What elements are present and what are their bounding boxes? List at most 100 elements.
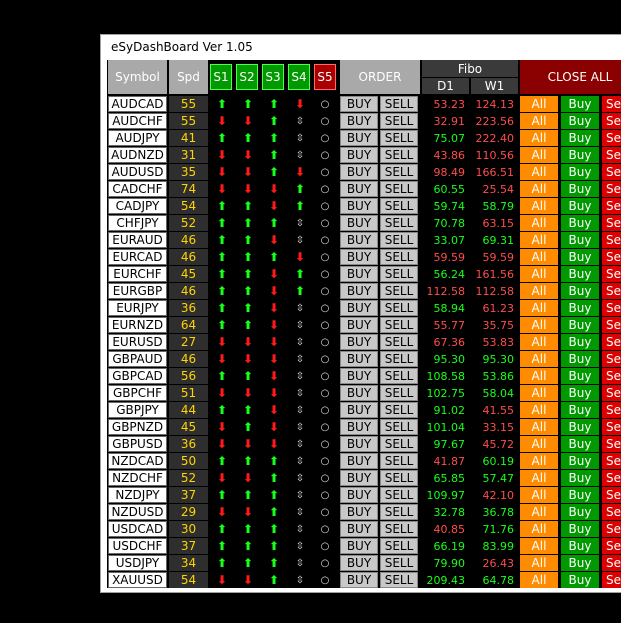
sell-button[interactable]: SELL bbox=[380, 436, 418, 452]
buy-button[interactable]: BUY bbox=[340, 487, 378, 503]
buy-button[interactable]: BUY bbox=[340, 385, 378, 401]
close-buy-button[interactable]: Buy bbox=[561, 470, 599, 486]
buy-button[interactable]: BUY bbox=[340, 368, 378, 384]
close-buy-button[interactable]: Buy bbox=[561, 351, 599, 367]
close-sell-button[interactable]: Se bbox=[602, 419, 621, 435]
sell-button[interactable]: SELL bbox=[380, 164, 418, 180]
close-all-symbol-button[interactable]: All bbox=[520, 249, 558, 265]
s5-header[interactable]: S5 bbox=[314, 64, 336, 90]
close-buy-button[interactable]: Buy bbox=[561, 232, 599, 248]
close-all-symbol-button[interactable]: All bbox=[520, 351, 558, 367]
symbol-cell[interactable]: EURCHF bbox=[108, 266, 167, 282]
symbol-cell[interactable]: GBPNZD bbox=[108, 419, 167, 435]
sell-button[interactable]: SELL bbox=[380, 419, 418, 435]
buy-button[interactable]: BUY bbox=[340, 572, 378, 588]
close-all-symbol-button[interactable]: All bbox=[520, 555, 558, 571]
close-sell-button[interactable]: Se bbox=[602, 266, 621, 282]
close-all-symbol-button[interactable]: All bbox=[520, 181, 558, 197]
close-all-symbol-button[interactable]: All bbox=[520, 572, 558, 588]
sell-button[interactable]: SELL bbox=[380, 249, 418, 265]
buy-button[interactable]: BUY bbox=[340, 164, 378, 180]
close-all-symbol-button[interactable]: All bbox=[520, 198, 558, 214]
close-all-symbol-button[interactable]: All bbox=[520, 538, 558, 554]
buy-button[interactable]: BUY bbox=[340, 419, 378, 435]
s2-header[interactable]: S2 bbox=[236, 64, 258, 90]
close-sell-button[interactable]: Se bbox=[602, 300, 621, 316]
close-all-symbol-button[interactable]: All bbox=[520, 402, 558, 418]
close-buy-button[interactable]: Buy bbox=[561, 164, 599, 180]
s1-header[interactable]: S1 bbox=[210, 64, 232, 90]
buy-button[interactable]: BUY bbox=[340, 317, 378, 333]
close-buy-button[interactable]: Buy bbox=[561, 130, 599, 146]
sell-button[interactable]: SELL bbox=[380, 385, 418, 401]
close-all-symbol-button[interactable]: All bbox=[520, 334, 558, 350]
close-all-symbol-button[interactable]: All bbox=[520, 96, 558, 112]
sell-button[interactable]: SELL bbox=[380, 113, 418, 129]
buy-button[interactable]: BUY bbox=[340, 147, 378, 163]
close-all-symbol-button[interactable]: All bbox=[520, 453, 558, 469]
close-buy-button[interactable]: Buy bbox=[561, 266, 599, 282]
close-sell-button[interactable]: Se bbox=[602, 555, 621, 571]
close-all-symbol-button[interactable]: All bbox=[520, 436, 558, 452]
buy-button[interactable]: BUY bbox=[340, 334, 378, 350]
sell-button[interactable]: SELL bbox=[380, 283, 418, 299]
symbol-cell[interactable]: EURNZD bbox=[108, 317, 167, 333]
buy-button[interactable]: BUY bbox=[340, 300, 378, 316]
close-all-symbol-button[interactable]: All bbox=[520, 232, 558, 248]
close-all-button[interactable]: CLOSE ALL bbox=[520, 60, 621, 94]
close-all-symbol-button[interactable]: All bbox=[520, 147, 558, 163]
close-sell-button[interactable]: Se bbox=[602, 283, 621, 299]
close-buy-button[interactable]: Buy bbox=[561, 334, 599, 350]
s4-header[interactable]: S4 bbox=[288, 64, 310, 90]
close-sell-button[interactable]: Se bbox=[602, 232, 621, 248]
close-all-symbol-button[interactable]: All bbox=[520, 470, 558, 486]
close-buy-button[interactable]: Buy bbox=[561, 402, 599, 418]
close-sell-button[interactable]: Se bbox=[602, 538, 621, 554]
close-all-symbol-button[interactable]: All bbox=[520, 266, 558, 282]
symbol-cell[interactable]: EURCAD bbox=[108, 249, 167, 265]
buy-button[interactable]: BUY bbox=[340, 130, 378, 146]
sell-button[interactable]: SELL bbox=[380, 453, 418, 469]
sell-button[interactable]: SELL bbox=[380, 317, 418, 333]
close-sell-button[interactable]: Se bbox=[602, 130, 621, 146]
close-buy-button[interactable]: Buy bbox=[561, 96, 599, 112]
symbol-cell[interactable]: USDCAD bbox=[108, 521, 167, 537]
sell-button[interactable]: SELL bbox=[380, 368, 418, 384]
close-sell-button[interactable]: Se bbox=[602, 215, 621, 231]
buy-button[interactable]: BUY bbox=[340, 504, 378, 520]
close-buy-button[interactable]: Buy bbox=[561, 555, 599, 571]
symbol-cell[interactable]: GBPCHF bbox=[108, 385, 167, 401]
close-buy-button[interactable]: Buy bbox=[561, 487, 599, 503]
sell-button[interactable]: SELL bbox=[380, 487, 418, 503]
close-sell-button[interactable]: Se bbox=[602, 113, 621, 129]
sell-button[interactable]: SELL bbox=[380, 572, 418, 588]
close-buy-button[interactable]: Buy bbox=[561, 249, 599, 265]
sell-button[interactable]: SELL bbox=[380, 504, 418, 520]
close-all-symbol-button[interactable]: All bbox=[520, 113, 558, 129]
close-sell-button[interactable]: Se bbox=[602, 351, 621, 367]
symbol-cell[interactable]: GBPAUD bbox=[108, 351, 167, 367]
sell-button[interactable]: SELL bbox=[380, 130, 418, 146]
buy-button[interactable]: BUY bbox=[340, 555, 378, 571]
close-all-symbol-button[interactable]: All bbox=[520, 164, 558, 180]
close-sell-button[interactable]: Se bbox=[602, 368, 621, 384]
symbol-cell[interactable]: CADJPY bbox=[108, 198, 167, 214]
sell-button[interactable]: SELL bbox=[380, 215, 418, 231]
buy-button[interactable]: BUY bbox=[340, 198, 378, 214]
close-sell-button[interactable]: Se bbox=[602, 147, 621, 163]
buy-button[interactable]: BUY bbox=[340, 402, 378, 418]
close-sell-button[interactable]: Se bbox=[602, 317, 621, 333]
symbol-cell[interactable]: GBPCAD bbox=[108, 368, 167, 384]
close-sell-button[interactable]: Se bbox=[602, 249, 621, 265]
symbol-cell[interactable]: AUDNZD bbox=[108, 147, 167, 163]
sell-button[interactable]: SELL bbox=[380, 402, 418, 418]
sell-button[interactable]: SELL bbox=[380, 232, 418, 248]
close-buy-button[interactable]: Buy bbox=[561, 198, 599, 214]
sell-button[interactable]: SELL bbox=[380, 351, 418, 367]
symbol-cell[interactable]: EURGBP bbox=[108, 283, 167, 299]
symbol-cell[interactable]: EURJPY bbox=[108, 300, 167, 316]
close-sell-button[interactable]: Se bbox=[602, 385, 621, 401]
close-sell-button[interactable]: Se bbox=[602, 198, 621, 214]
buy-button[interactable]: BUY bbox=[340, 249, 378, 265]
close-all-symbol-button[interactable]: All bbox=[520, 521, 558, 537]
